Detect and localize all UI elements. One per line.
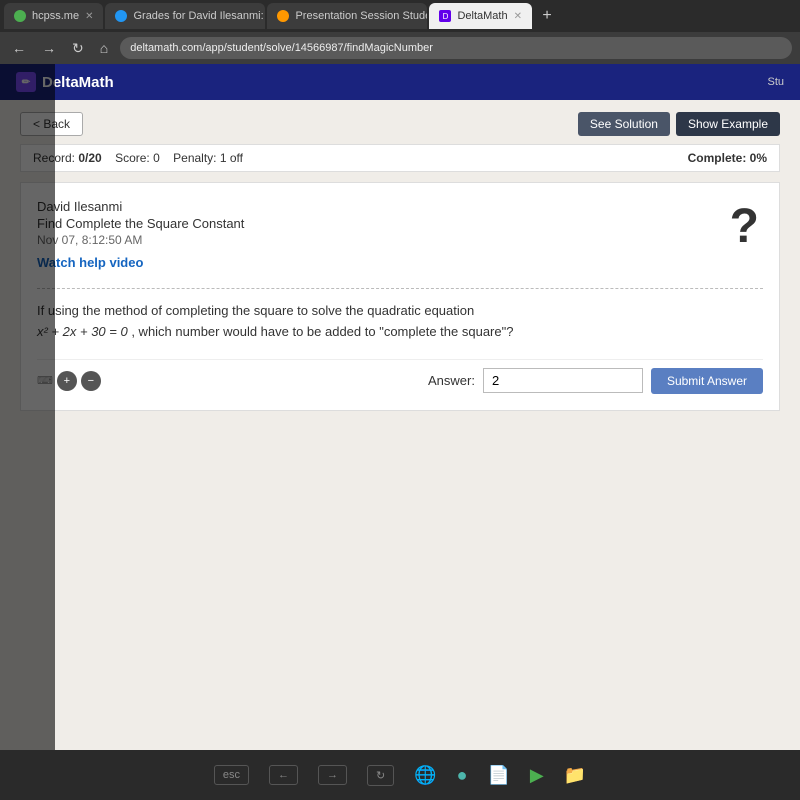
penalty-label: Penalty: [173, 151, 216, 165]
answer-input[interactable] [483, 368, 643, 393]
browser-chrome: hcpss.me ✕ Grades for David Ilesanmi: En… [0, 0, 800, 64]
reload-button[interactable]: ↻ [68, 38, 88, 59]
score-text: Record: 0/20 Score: 0 Penalty: 1 off [33, 151, 243, 165]
tab-label-grades: Grades for David Ilesanmi: Engli… [133, 10, 265, 22]
header-user-label: Stu [767, 76, 784, 88]
submit-answer-button[interactable]: Submit Answer [651, 368, 763, 394]
score-bar: Record: 0/20 Score: 0 Penalty: 1 off Com… [20, 144, 780, 172]
tab-grades[interactable]: Grades for David Ilesanmi: Engli… ✕ [105, 3, 265, 29]
answer-row: ⌨ + − Answer: Submit Answer [37, 359, 763, 394]
tab-label-deltamath: DeltaMath [457, 10, 507, 22]
forward-nav-button[interactable]: → [38, 38, 60, 58]
left-bezel-overlay [0, 64, 55, 750]
timestamp: Nov 07, 8:12:50 AM [37, 233, 763, 247]
problem-text-1: If using the method of completing the sq… [37, 303, 474, 318]
show-example-button[interactable]: Show Example [676, 112, 780, 136]
tab-label-presentation: Presentation Session Student [295, 10, 427, 22]
main-content: < Back See Solution Show Example Record:… [0, 100, 800, 788]
new-tab-button[interactable]: + [534, 3, 560, 29]
docs-icon[interactable]: 📄 [487, 765, 509, 786]
tab-favicon-grades [115, 10, 127, 22]
tab-favicon-hcpss [14, 10, 26, 22]
complete-value: 0% [750, 151, 767, 165]
answer-label: Answer: [428, 373, 475, 388]
tab-close-hcpss[interactable]: ✕ [85, 11, 93, 22]
address-input[interactable] [120, 37, 792, 59]
penalty-value: 1 off [220, 151, 243, 165]
problem-title: Find Complete the Square Constant [37, 216, 763, 231]
address-bar: ← → ↻ ⌂ [0, 32, 800, 64]
files-icon[interactable]: 📁 [564, 765, 586, 786]
score-label: Score: [115, 151, 150, 165]
home-button[interactable]: ⌂ [96, 38, 112, 58]
zoom-out-icon[interactable]: − [81, 371, 101, 391]
see-solution-button[interactable]: See Solution [578, 112, 670, 136]
forward-key[interactable]: → [318, 765, 347, 785]
chrome-icon[interactable]: 🌐 [414, 765, 436, 786]
play-icon[interactable]: ▶ [530, 765, 544, 786]
question-mark-icon: ? [730, 199, 759, 254]
question-text: If using the method of completing the sq… [37, 301, 763, 343]
section-divider [37, 288, 763, 289]
tab-label-hcpss: hcpss.me [32, 10, 79, 22]
tab-deltamath[interactable]: D DeltaMath ✕ [429, 3, 532, 29]
meet-icon[interactable]: ● [457, 765, 468, 786]
answer-input-group: Answer: Submit Answer [428, 368, 763, 394]
score-value: 0 [153, 151, 160, 165]
taskbar: esc ← → ↻ 🌐 ● 📄 ▶ 📁 [0, 750, 800, 800]
back-key[interactable]: ← [269, 765, 298, 785]
toolbar-row: < Back See Solution Show Example [20, 112, 780, 136]
esc-key[interactable]: esc [214, 765, 249, 785]
complete-label: Complete: [688, 151, 747, 165]
problem-text-2: , which number would have to be added to… [131, 324, 513, 339]
tab-favicon-deltamath: D [439, 10, 451, 22]
tab-presentation[interactable]: Presentation Session Student ✕ [267, 3, 427, 29]
back-nav-button[interactable]: ← [8, 38, 30, 58]
app-header: ✏ DeltaMath Stu [0, 64, 800, 100]
zoom-in-icon[interactable]: + [57, 371, 77, 391]
record-value: 0/20 [78, 151, 101, 165]
app-container: ✏ DeltaMath Stu < Back See Solution Show… [0, 64, 800, 752]
student-name: David Ilesanmi [37, 199, 763, 214]
action-buttons: See Solution Show Example [578, 112, 780, 136]
complete-text: Complete: 0% [688, 151, 767, 165]
tab-hcpss[interactable]: hcpss.me ✕ [4, 3, 103, 29]
refresh-key[interactable]: ↻ [367, 765, 394, 786]
tab-bar: hcpss.me ✕ Grades for David Ilesanmi: En… [0, 0, 800, 32]
tab-close-deltamath[interactable]: ✕ [514, 11, 522, 22]
tab-favicon-presentation [277, 10, 289, 22]
question-card: ? David Ilesanmi Find Complete the Squar… [20, 182, 780, 411]
